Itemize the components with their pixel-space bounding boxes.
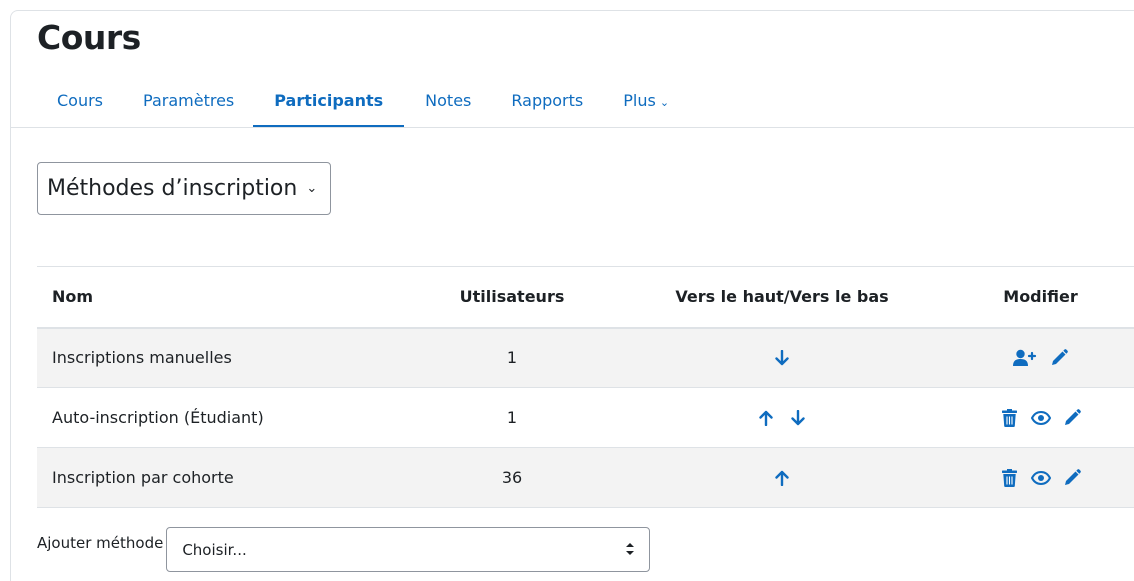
eye-icon[interactable] — [1030, 408, 1051, 428]
edit-controls — [947, 387, 1134, 448]
method-users: 1 — [407, 327, 617, 388]
add-method-select[interactable]: Choisir... — [166, 527, 651, 572]
arrow-down-icon[interactable] — [788, 408, 808, 428]
tab-notes[interactable]: Notes — [425, 80, 471, 128]
trash-icon[interactable] — [999, 468, 1019, 488]
tab-participants[interactable]: Participants — [253, 80, 405, 128]
tab-parametres[interactable]: Paramètres — [143, 80, 234, 128]
add-method-label: Ajouter méthode — [37, 534, 164, 552]
edit-controls — [947, 447, 1134, 508]
header-name: Nom — [37, 266, 407, 329]
page-title: Cours — [37, 18, 141, 57]
header-updown: Vers le haut/Vers le bas — [617, 266, 947, 329]
tertiary-nav-value: Méthodes d’inscription — [47, 176, 298, 201]
method-name: Auto-inscription (Étudiant) — [37, 387, 407, 448]
tab-cours[interactable]: Cours — [57, 80, 103, 128]
select-arrows-icon — [625, 541, 635, 561]
chevron-down-icon: ⌄ — [306, 181, 318, 196]
table-row: Inscription par cohorte 36 — [37, 447, 1134, 508]
arrow-up-icon[interactable] — [772, 468, 792, 488]
move-controls — [617, 387, 947, 448]
pencil-icon[interactable] — [1062, 408, 1082, 428]
edit-controls — [947, 327, 1134, 388]
table-row: Inscriptions manuelles 1 — [37, 327, 1134, 388]
method-name: Inscriptions manuelles — [37, 327, 407, 388]
eye-icon[interactable] — [1030, 468, 1051, 488]
tertiary-nav-select[interactable]: Méthodes d’inscription ⌄ — [37, 162, 331, 215]
table-header-row: Nom Utilisateurs Vers le haut/Vers le ba… — [37, 266, 1134, 329]
add-method-form: Ajouter méthode Choisir... — [37, 527, 651, 572]
header-edit: Modifier — [947, 266, 1134, 329]
table-row: Auto-inscription (Étudiant) 1 — [37, 387, 1134, 448]
course-tabs: Cours Paramètres Participants Notes Rapp… — [40, 80, 669, 128]
move-controls — [617, 327, 947, 388]
pencil-icon[interactable] — [1062, 468, 1082, 488]
arrow-down-icon[interactable] — [772, 348, 792, 368]
method-users: 1 — [407, 387, 617, 448]
tab-plus[interactable]: Plus ⌄ — [623, 80, 669, 128]
add-method-value: Choisir... — [182, 540, 247, 559]
method-name: Inscription par cohorte — [37, 447, 407, 508]
move-controls — [617, 447, 947, 508]
tabs-divider — [11, 127, 1134, 128]
arrow-up-icon[interactable] — [756, 408, 776, 428]
enrol-users-icon[interactable] — [1012, 348, 1038, 368]
chevron-down-icon: ⌄ — [659, 96, 670, 109]
pencil-icon[interactable] — [1049, 348, 1069, 368]
header-users: Utilisateurs — [407, 266, 617, 329]
tab-rapports[interactable]: Rapports — [511, 80, 583, 128]
tab-plus-label: Plus — [623, 91, 656, 110]
trash-icon[interactable] — [999, 408, 1019, 428]
method-users: 36 — [407, 447, 617, 508]
enrolment-methods-table: Nom Utilisateurs Vers le haut/Vers le ba… — [37, 266, 1134, 508]
